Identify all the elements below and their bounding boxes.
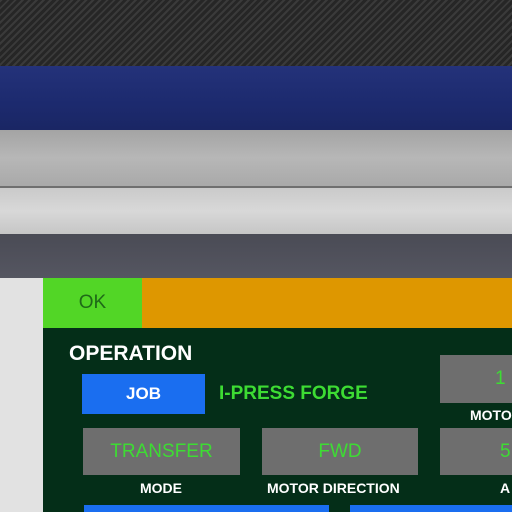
mode-tile[interactable]: TRANSFER — [83, 428, 240, 475]
section-title: OPERATION — [69, 342, 193, 365]
motor-tile-value: 1 — [495, 368, 506, 389]
mode-tile-value: TRANSFER — [110, 440, 213, 462]
motor-tile-label: MOTO — [470, 407, 512, 423]
motor-direction-tile[interactable]: FWD — [262, 428, 418, 475]
header-band-lower — [0, 188, 512, 234]
right-partial-tile[interactable]: 5 — [440, 428, 512, 475]
right-partial-tile-value: 5 — [500, 440, 511, 462]
header-band-dark — [0, 234, 512, 278]
bottom-button-right[interactable] — [350, 505, 512, 512]
motor-direction-tile-value: FWD — [318, 440, 362, 462]
job-mode-button[interactable]: JOB — [82, 374, 205, 414]
bottom-button-left[interactable] — [84, 505, 329, 512]
left-side-panel — [0, 278, 43, 512]
motor-tile[interactable]: 1 — [440, 355, 512, 403]
machine-name: I-PRESS FORGE — [219, 383, 368, 404]
motor-direction-tile-label: MOTOR DIRECTION — [267, 480, 400, 496]
status-ok-indicator: OK — [43, 278, 142, 328]
right-partial-tile-label: A — [500, 480, 511, 496]
mode-tile-label: MODE — [140, 480, 182, 496]
status-warning-bar — [142, 278, 512, 328]
title-strip — [0, 66, 512, 130]
header-band-upper — [0, 130, 512, 188]
monitor-bezel — [0, 0, 512, 66]
